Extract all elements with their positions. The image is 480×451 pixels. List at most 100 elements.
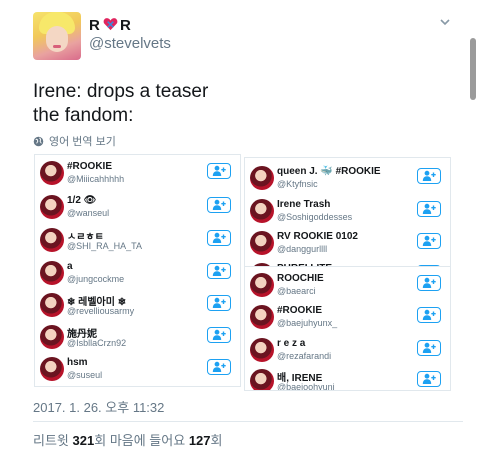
- follow-button[interactable]: [417, 340, 441, 356]
- follow-button[interactable]: [207, 163, 231, 179]
- follow-button[interactable]: [207, 263, 231, 279]
- list-item[interactable]: #ROOKIE @Miiicahhhhh: [35, 157, 240, 190]
- follow-icon: [212, 329, 226, 340]
- user-handle: @baejoohyuni: [277, 382, 335, 391]
- follow-icon: [212, 232, 226, 243]
- follow-button[interactable]: [417, 233, 441, 249]
- user-handle: @suseul: [67, 370, 103, 380]
- user-avatar[interactable]: [250, 369, 274, 390]
- follow-icon: [422, 373, 436, 384]
- user-name[interactable]: a: [67, 261, 73, 272]
- list-item[interactable]: #ROOKIE @baejuhyunx_: [245, 301, 450, 334]
- user-name[interactable]: 1/2 👁: [67, 195, 96, 206]
- user-handle: @danggurllll: [277, 244, 328, 254]
- follow-icon: [212, 265, 226, 276]
- user-avatar[interactable]: [40, 228, 64, 252]
- follow-button[interactable]: [417, 307, 441, 323]
- list-item[interactable]: ❄ 레벨아미 ❄ @revelliousarmy: [35, 289, 240, 322]
- user-avatar[interactable]: [250, 338, 274, 362]
- follow-icon: [212, 165, 226, 176]
- user-handle: @Soshigoddesses: [277, 212, 353, 222]
- user-avatar[interactable]: [250, 166, 274, 190]
- list-item[interactable]: ROOCHIE @baearci: [245, 269, 450, 302]
- user-avatar[interactable]: [40, 195, 64, 219]
- globe-icon: [33, 136, 44, 146]
- list-item[interactable]: RV ROOKIE 0102 @danggurllll: [245, 227, 450, 260]
- follow-icon: [422, 203, 436, 214]
- follow-button[interactable]: [207, 230, 231, 246]
- list-item[interactable]: hsm @suseul: [35, 353, 240, 386]
- user-avatar[interactable]: [250, 231, 274, 255]
- follow-icon: [212, 361, 226, 372]
- follow-icon: [212, 297, 226, 308]
- follow-icon: [422, 235, 436, 246]
- follow-button[interactable]: [207, 359, 231, 375]
- list-item[interactable]: ㅅㄹㅎㅌ @SHI_RA_HA_TA: [35, 224, 240, 257]
- author-name-right[interactable]: R: [120, 17, 131, 34]
- follow-icon: [422, 309, 436, 320]
- author-avatar[interactable]: [33, 12, 81, 60]
- like-label[interactable]: 마음에 들어요: [110, 433, 185, 448]
- follow-button[interactable]: [417, 168, 441, 184]
- user-avatar[interactable]: [40, 261, 64, 285]
- follow-button[interactable]: [417, 201, 441, 217]
- retweet-count[interactable]: 321: [73, 433, 95, 448]
- retweet-unit: 회: [94, 433, 107, 448]
- chevron-down-icon[interactable]: [440, 17, 450, 27]
- user-handle: @wanseul: [67, 208, 110, 218]
- list-item[interactable]: Irene Trash @Soshigoddesses: [245, 195, 450, 228]
- user-handle: @baejuhyunx_: [277, 318, 338, 328]
- divider: [33, 421, 463, 422]
- retweet-label[interactable]: 리트윗: [33, 433, 69, 448]
- user-avatar[interactable]: [250, 273, 274, 297]
- list-item[interactable]: 배, IRENE @baejoohyuni: [245, 365, 450, 391]
- user-handle: @baearci: [277, 286, 316, 296]
- user-name[interactable]: RV ROOKIE 0102: [277, 231, 358, 242]
- translate-label[interactable]: 영어 번역 보기: [49, 133, 116, 149]
- user-avatar[interactable]: [40, 357, 64, 381]
- user-handle: @IsbllaCrzn92: [67, 338, 127, 348]
- user-avatar[interactable]: [40, 293, 64, 317]
- follow-button[interactable]: [417, 371, 441, 387]
- list-item[interactable]: queen J. 🐳 #ROOKIE @Ktyfnsic: [245, 162, 450, 195]
- like-count[interactable]: 127: [189, 433, 211, 448]
- list-item[interactable]: a @jungcockme: [35, 257, 240, 290]
- tweet-text-line2: the fandom:: [33, 105, 134, 126]
- user-name[interactable]: #ROOKIE: [67, 161, 112, 172]
- user-name[interactable]: queen J. 🐳 #ROOKIE: [277, 166, 381, 177]
- user-avatar[interactable]: [40, 325, 64, 349]
- followers-panel-right-top: queen J. 🐳 #ROOKIE @Ktyfnsic Irene Trash @S…: [244, 157, 451, 269]
- follow-icon: [422, 342, 436, 353]
- follow-button[interactable]: [207, 327, 231, 343]
- user-name[interactable]: Irene Trash: [277, 199, 330, 210]
- follow-icon: [212, 199, 226, 210]
- list-item[interactable]: r e z a @rezafarandi: [245, 334, 450, 367]
- user-name[interactable]: r e z a: [277, 338, 305, 349]
- user-name[interactable]: #ROOKIE: [277, 305, 322, 316]
- tweet-timestamp[interactable]: 2017. 1. 26. 오후 11:32: [33, 397, 164, 416]
- followers-panel-right-bottom: ROOCHIE @baearci #ROOKIE @baejuhyunx_r e z …: [244, 266, 451, 391]
- user-avatar[interactable]: [250, 199, 274, 223]
- author-name-left[interactable]: R: [89, 17, 100, 34]
- author-handle[interactable]: @stevelvets: [89, 35, 171, 52]
- scrollbar[interactable]: [470, 38, 476, 100]
- translate-link[interactable]: 영어 번역 보기: [33, 133, 116, 149]
- follow-icon: [422, 170, 436, 181]
- user-handle: @SHI_RA_HA_TA: [67, 241, 142, 251]
- follow-button[interactable]: [417, 275, 441, 291]
- tweet-text-line1: Irene: drops a teaser: [33, 81, 209, 102]
- like-unit: 회: [210, 433, 223, 448]
- user-handle: @revelliousarmy: [67, 306, 135, 316]
- list-item[interactable]: 施丹妮 @IsbllaCrzn92: [35, 321, 240, 354]
- user-name[interactable]: hsm: [67, 357, 88, 368]
- user-handle: @Miiicahhhhh: [67, 174, 125, 184]
- list-item[interactable]: 1/2 👁 @wanseul: [35, 191, 240, 224]
- follow-button[interactable]: [207, 295, 231, 311]
- followers-panel-left: #ROOKIE @Miiicahhhhh 1/2 👁 @wanseul ㅅㄹㅎㅌ @SHI…: [34, 154, 241, 387]
- follow-button[interactable]: [207, 197, 231, 213]
- user-handle: @rezafarandi: [277, 351, 332, 361]
- heart-icon: [103, 18, 118, 31]
- user-avatar[interactable]: [250, 305, 274, 329]
- user-name[interactable]: ROOCHIE: [277, 273, 324, 284]
- user-avatar[interactable]: [40, 161, 64, 185]
